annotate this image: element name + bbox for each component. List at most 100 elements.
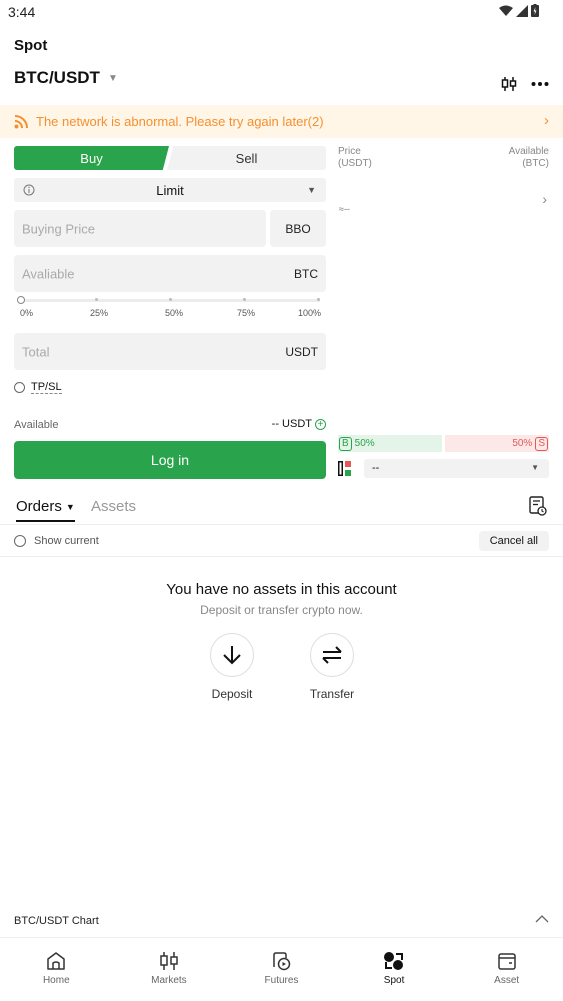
nav-spot[interactable]: Spot: [338, 939, 451, 1001]
wallet-icon: [497, 953, 516, 970]
nav-markets[interactable]: Markets: [113, 939, 226, 1001]
transfer-label: Transfer: [309, 687, 355, 701]
total-input[interactable]: Total USDT: [14, 333, 326, 370]
rss-icon: [14, 114, 28, 128]
nav-home[interactable]: Home: [0, 939, 113, 1001]
nav-asset[interactable]: Asset: [450, 939, 563, 1001]
orderbook-price-header: Price (USDT): [338, 146, 372, 170]
available-header: Available: [508, 146, 549, 157]
status-icons: [499, 4, 539, 17]
caret-down-icon: ▼: [107, 72, 118, 84]
slider-tick: [95, 298, 98, 301]
pair-selector[interactable]: BTC/USDT ▼: [14, 68, 118, 88]
available-value-row: -- USDT +: [250, 418, 326, 430]
header-actions: [501, 76, 549, 92]
candlestick-chart-icon[interactable]: [501, 76, 517, 92]
battery-icon: [531, 4, 539, 17]
info-icon[interactable]: [23, 184, 35, 196]
total-unit: USDT: [285, 344, 318, 359]
buy-sell-ratio: B 50% 50% S: [338, 435, 549, 452]
tpsl-toggle[interactable]: TP/SL: [14, 381, 62, 394]
alert-text: The network is abnormal. Please try agai…: [36, 114, 324, 129]
price-unit: (USDT): [338, 158, 372, 169]
wifi-icon: [499, 5, 513, 16]
available-value: -- USDT: [271, 418, 312, 430]
spot-icon: [384, 952, 404, 970]
slider-tick: [243, 298, 246, 301]
order-history-icon[interactable]: [529, 496, 547, 516]
transfer-action[interactable]: Transfer: [292, 633, 372, 701]
signal-icon: [516, 4, 528, 17]
buy-tab[interactable]: Buy: [14, 146, 169, 170]
slider-label: 50%: [165, 308, 184, 318]
tpsl-radio[interactable]: [14, 382, 25, 393]
slider-handle[interactable]: [17, 296, 25, 304]
more-icon[interactable]: [531, 81, 549, 87]
amount-unit: BTC: [294, 266, 318, 281]
order-type-select[interactable]: Limit ▼: [14, 178, 326, 202]
buy-ratio-value: 50%: [354, 438, 375, 449]
orders-filter-row: Show current Cancel all: [0, 526, 563, 557]
sell-tab[interactable]: Sell: [167, 146, 326, 170]
chevron-up-icon[interactable]: [535, 914, 549, 923]
transfer-icon: [322, 646, 342, 664]
bottom-nav: Home Markets Futures Spot Asset: [0, 939, 563, 1001]
tab-orders[interactable]: Orders ▼: [16, 498, 75, 522]
buy-badge: B: [339, 436, 352, 451]
tab-assets[interactable]: Assets: [91, 498, 136, 515]
buying-price-input[interactable]: Buying Price: [14, 210, 266, 247]
nav-futures[interactable]: Futures: [225, 939, 338, 1001]
depth-mode-icon[interactable]: [338, 461, 352, 476]
nav-home-label: Home: [42, 975, 70, 986]
nav-asset-label: Asset: [494, 975, 520, 986]
slider-tick: [317, 298, 320, 301]
chart-bar-label: BTC/USDT Chart: [14, 915, 99, 927]
tpsl-label: TP/SL: [31, 381, 62, 394]
depth-select[interactable]: -- ▼: [364, 459, 549, 478]
available-unit: (BTC): [522, 158, 549, 169]
mid-price: ≈--: [339, 204, 350, 214]
transfer-button[interactable]: [310, 633, 354, 677]
network-alert[interactable]: The network is abnormal. Please try agai…: [0, 105, 563, 138]
slider-label: 0%: [20, 308, 34, 318]
bbo-button[interactable]: BBO: [270, 210, 326, 247]
amount-placeholder: Avaliable: [22, 266, 75, 281]
deposit-button[interactable]: [210, 633, 254, 677]
login-button[interactable]: Log in: [14, 441, 326, 479]
arrow-down-icon: [223, 646, 241, 665]
cancel-all-button[interactable]: Cancel all: [478, 531, 549, 551]
depth-value: --: [372, 462, 380, 474]
price-header: Price: [338, 146, 361, 157]
show-current-label: Show current: [34, 535, 99, 547]
slider-label: 100%: [298, 308, 322, 318]
status-bar: 3:44: [0, 0, 563, 24]
sell-ratio: 50% S: [445, 435, 549, 452]
caret-down-icon: ▼: [531, 463, 539, 472]
order-type-value: Limit: [156, 182, 184, 198]
chevron-right-icon[interactable]: ›: [542, 191, 547, 207]
deposit-action[interactable]: Deposit: [192, 633, 272, 701]
candlestick-chart-icon: [160, 952, 178, 970]
empty-state-subtitle: Deposit or transfer crypto now.: [200, 603, 363, 617]
orderbook-available-header: Available (BTC): [509, 146, 549, 170]
nav-spot-label: Spot: [383, 975, 405, 986]
slider-tick: [169, 298, 172, 301]
empty-state-title: You have no assets in this account: [166, 581, 397, 598]
add-funds-icon[interactable]: +: [315, 418, 326, 430]
total-placeholder: Total: [22, 344, 50, 359]
slider-label: 25%: [90, 308, 109, 318]
nav-futures-label: Futures: [264, 975, 299, 986]
show-current-toggle[interactable]: Show current: [14, 535, 99, 547]
amount-input[interactable]: Avaliable BTC: [14, 255, 326, 292]
pair-name: BTC/USDT: [14, 68, 100, 87]
chart-collapse-bar[interactable]: BTC/USDT Chart: [0, 905, 563, 938]
buy-ratio: B 50%: [338, 435, 442, 452]
orders-tabs: Orders ▼ Assets: [0, 492, 563, 525]
show-current-radio[interactable]: [14, 535, 26, 547]
futures-icon: [273, 952, 291, 971]
status-time: 3:44: [8, 4, 36, 20]
available-label: Available: [14, 419, 59, 431]
home-icon: [47, 952, 66, 970]
caret-down-icon: ▼: [65, 501, 75, 512]
amount-slider[interactable]: [17, 296, 320, 305]
